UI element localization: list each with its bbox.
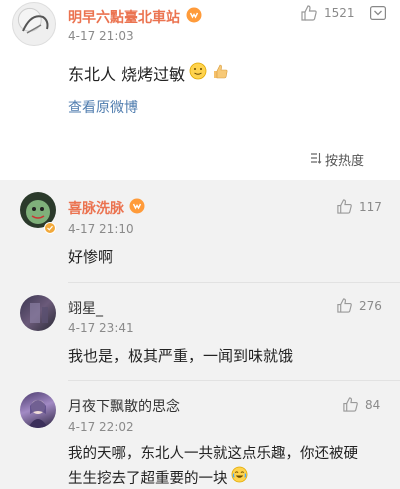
sort-button[interactable]: 按热度	[310, 150, 364, 169]
reply-text: 好惨啊	[68, 248, 114, 266]
reply-time: 4-17 21:10	[68, 222, 134, 236]
thumb-up-icon	[300, 4, 318, 22]
more-button[interactable]	[370, 5, 387, 24]
thumb-up-icon	[336, 297, 353, 314]
vip-badge-icon	[186, 7, 202, 27]
divider	[68, 380, 400, 381]
reply-time: 4-17 22:02	[68, 420, 134, 434]
like-count: 1521	[324, 6, 355, 20]
reply-text-line: 我的天哪，东北人一共就这点乐趣，你还被硬	[68, 446, 358, 462]
verified-badge-icon	[44, 219, 56, 238]
reply-avatar[interactable]	[20, 392, 56, 428]
thumb-up-icon	[336, 198, 353, 215]
sort-icon	[310, 152, 322, 168]
reply-avatar[interactable]	[20, 295, 56, 331]
reply-username[interactable]: 月夜下飘散的思念	[68, 396, 180, 416]
reply-like-count: 84	[365, 397, 381, 412]
reply-text: 我也是，极其严重，一闻到味就饿	[68, 347, 294, 365]
view-original-link[interactable]: 查看原微博	[68, 97, 138, 117]
reply-username[interactable]: 喜脉洗脉	[68, 198, 124, 218]
reply-username[interactable]: 翊星_	[68, 298, 103, 318]
comment-text: 东北人 烧烤过敏	[68, 65, 186, 84]
username[interactable]: 明早六點臺北車站	[68, 7, 180, 27]
reply-like-button[interactable]: 117	[336, 198, 382, 215]
comment-time: 4-17 21:03	[68, 29, 134, 43]
reply-like-button[interactable]: 276	[336, 297, 382, 314]
smile-emoji-icon	[189, 62, 207, 84]
reply-like-count: 276	[359, 298, 382, 313]
reply-like-count: 117	[359, 199, 382, 214]
thumb-up-icon	[342, 396, 359, 413]
divider	[68, 282, 400, 283]
more-icon	[370, 5, 387, 24]
comment-body: 东北人 烧烤过敏	[68, 61, 229, 85]
avatar[interactable]	[12, 2, 56, 46]
reply-text: 我的天哪，东北人一共就这点乐趣，你还被硬 生生挖去了超重要的一块	[68, 442, 398, 489]
avatar-drawing	[22, 15, 49, 34]
reply-text-line: 生生挖去了超重要的一块	[68, 470, 228, 487]
vip-badge-icon	[129, 198, 145, 218]
reply-time: 4-17 23:41	[68, 321, 134, 335]
like-button[interactable]: 1521	[300, 4, 355, 22]
reply-like-button[interactable]: 84	[342, 396, 380, 413]
sort-label: 按热度	[325, 154, 365, 169]
laugh-cry-emoji-icon	[231, 466, 248, 489]
thumbs-up-emoji-icon	[211, 62, 229, 84]
